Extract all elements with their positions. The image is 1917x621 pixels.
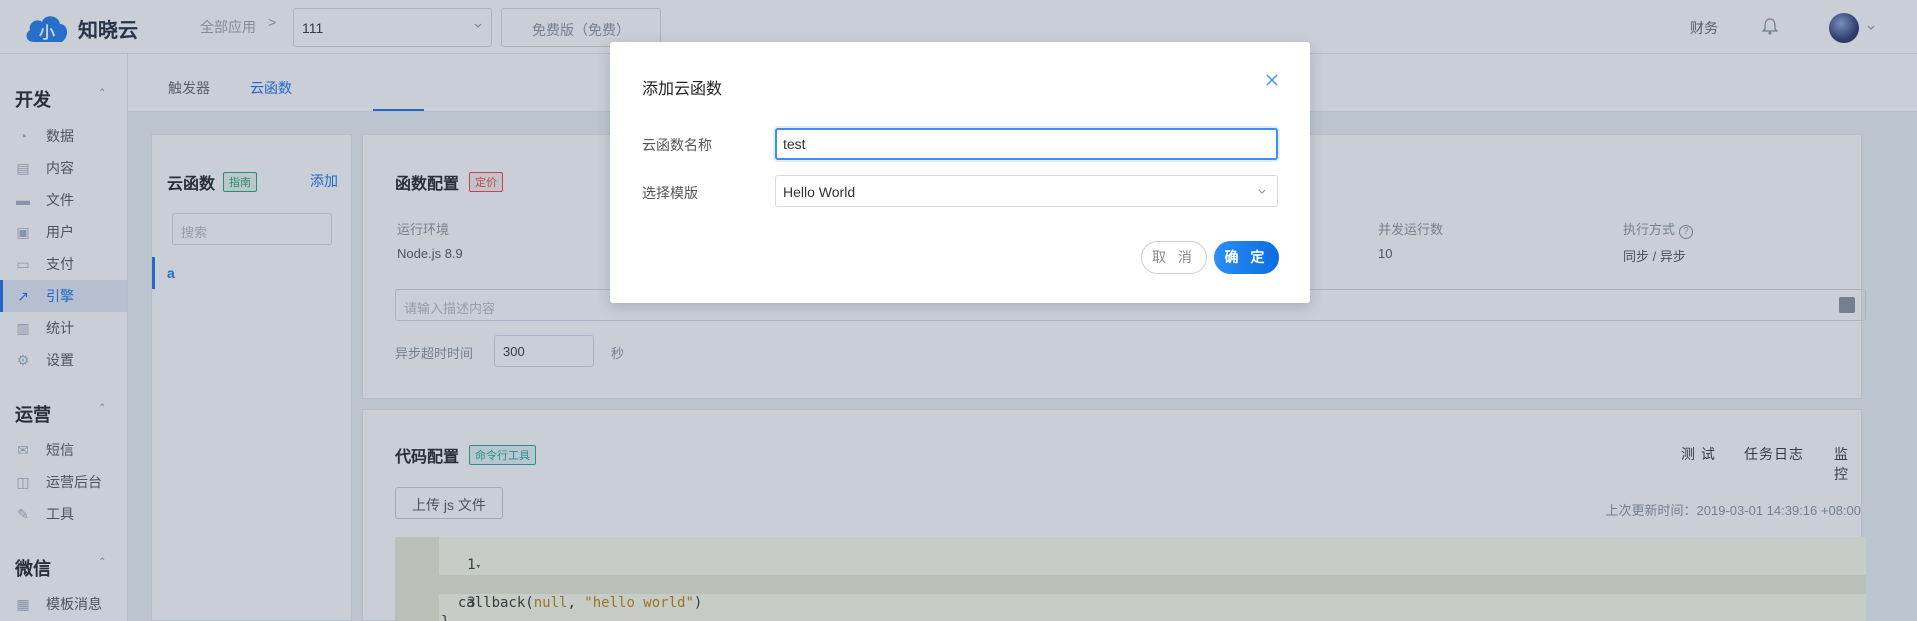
template-select-value: Hello World — [783, 184, 856, 200]
function-name-label: 云函数名称 — [642, 137, 712, 153]
template-select[interactable]: Hello World — [775, 175, 1278, 207]
confirm-button[interactable]: 确 定 — [1214, 241, 1279, 274]
chevron-down-icon — [1258, 189, 1266, 194]
template-label: 选择模版 — [642, 185, 698, 201]
add-function-dialog: 添加云函数 云函数名称 test 选择模版 Hello World 取 消 确 … — [610, 42, 1310, 303]
dialog-title: 添加云函数 — [642, 81, 723, 98]
cancel-button[interactable]: 取 消 — [1141, 241, 1207, 274]
function-name-input[interactable]: test — [775, 128, 1278, 160]
close-icon[interactable] — [1264, 72, 1280, 88]
